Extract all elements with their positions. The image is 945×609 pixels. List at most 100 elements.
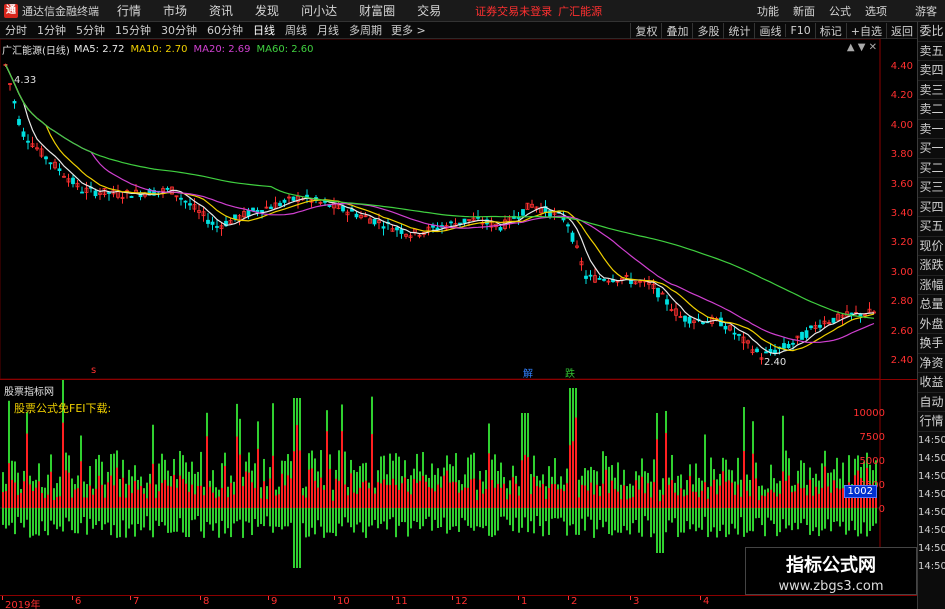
period-daily[interactable]: 日线 (248, 22, 280, 38)
indicator-bar-down (95, 508, 97, 525)
candle-body (570, 232, 575, 242)
indicator-bar-red (584, 485, 586, 508)
sidebar-item-2[interactable]: 卖四 (918, 61, 945, 81)
menu-jiaoyi[interactable]: 交易 (417, 2, 441, 19)
indicator-bar-red (602, 483, 604, 508)
tool-diejia[interactable]: 叠加 (661, 22, 692, 39)
indicator-bar-red (488, 453, 490, 508)
sidebar-item-13[interactable]: 涨幅 (918, 276, 945, 295)
indicator-bar-down (758, 508, 760, 518)
menu-gongshi[interactable]: 公式 (829, 3, 851, 19)
menu-faxian[interactable]: 发现 (255, 2, 279, 19)
indicator-bar-down (398, 508, 400, 526)
sidebar-item-12[interactable]: 涨跌 (918, 256, 945, 276)
login-status[interactable]: 证券交易未登录 (475, 3, 552, 19)
kline-chart[interactable] (0, 39, 917, 379)
sidebar-item-0[interactable]: 委比 (918, 22, 945, 42)
guest-user[interactable]: 游客 (915, 3, 937, 19)
candle-body (179, 197, 183, 200)
indicator-bar-down (857, 508, 859, 537)
period-60min[interactable]: 60分钟 (202, 22, 248, 38)
sidebar-item-7[interactable]: 买二 (918, 159, 945, 178)
period-more-button[interactable]: 更多 > (387, 22, 430, 38)
sidebar-item-9[interactable]: 买四 (918, 198, 945, 217)
candle-body (278, 202, 282, 206)
event-tag-unlock[interactable]: 解 (522, 365, 534, 380)
tool-zixuan[interactable]: +自选 (845, 22, 886, 39)
indicator-bar-red (740, 496, 742, 508)
indicator-bar-red (620, 499, 622, 508)
kline-panel[interactable]: 广汇能源(日线) MA5: 2.72 MA10: 2.70 MA20: 2.69… (0, 39, 917, 380)
indicator-bar-red (263, 481, 265, 508)
indicator-bar-down (596, 508, 598, 530)
candle-body (462, 218, 467, 224)
indicator-bar-red (383, 479, 385, 508)
menu-caifuquan[interactable]: 财富圈 (359, 2, 395, 19)
tool-fanhui[interactable]: 返回 (886, 22, 917, 39)
menu-zixun[interactable]: 资讯 (209, 2, 233, 19)
indicator-bar-down (188, 508, 190, 538)
sidebar-item-18[interactable]: 收益 (918, 373, 945, 393)
menu-shichang[interactable]: 市场 (163, 2, 187, 19)
indicator-bar-down (764, 508, 766, 537)
sidebar-item-17[interactable]: 净资 (918, 354, 945, 373)
period-1min[interactable]: 1分钟 (32, 22, 71, 38)
panel-control-icons[interactable]: ▲ ▼ ✕ (847, 42, 877, 53)
event-tag-s[interactable]: s (90, 365, 97, 376)
indicator-bar-red (161, 483, 163, 508)
tool-fuquan[interactable]: 复权 (630, 22, 661, 39)
indicator-bar-red (761, 495, 763, 508)
indicator-bar-red (440, 487, 442, 508)
candle-body (233, 214, 237, 220)
sidebar-item-16[interactable]: 换手 (918, 334, 945, 354)
indicator-bar-red (497, 483, 499, 508)
tool-duogu[interactable]: 多股 (692, 22, 723, 39)
menu-xinmian[interactable]: 新面 (793, 3, 815, 19)
tool-tongji[interactable]: 统计 (723, 22, 754, 39)
period-30min[interactable]: 30分钟 (156, 22, 202, 38)
indicator-bar-down (614, 508, 616, 531)
tool-f10[interactable]: F10 (785, 24, 814, 37)
candle-body (764, 351, 768, 354)
menu-xuanxiang[interactable]: 选项 (865, 3, 887, 19)
period-weekly[interactable]: 周线 (280, 22, 312, 38)
period-5min[interactable]: 5分钟 (71, 22, 110, 38)
menu-hangqing[interactable]: 行情 (117, 2, 141, 19)
period-monthly[interactable]: 月线 (312, 22, 344, 38)
menu-gongneng[interactable]: 功能 (757, 3, 779, 19)
sidebar-item-6[interactable]: 买一 (918, 139, 945, 159)
indicator-bar-red (389, 485, 391, 508)
indicator-bar-down (236, 508, 238, 522)
sidebar-item-3[interactable]: 卖三 (918, 81, 945, 100)
indicator-bar-red (593, 494, 595, 508)
sidebar-item-14[interactable]: 总量 (918, 295, 945, 315)
indicator-bar-down (128, 508, 130, 529)
sidebar-item-8[interactable]: 买三 (918, 178, 945, 198)
period-15min[interactable]: 15分钟 (110, 22, 156, 38)
sidebar-item-19[interactable]: 自动 (918, 393, 945, 412)
indicator-title[interactable]: 股票指标网 (4, 383, 54, 398)
sidebar-item-15[interactable]: 外盘 (918, 315, 945, 334)
indicator-bar-down (716, 508, 718, 538)
sidebar-item-1[interactable]: 卖五 (918, 42, 945, 61)
sidebar-item-10[interactable]: 买五 (918, 217, 945, 237)
indicator-bar-down (218, 508, 220, 538)
indicator-bar-down (173, 508, 175, 532)
period-fenshi[interactable]: 分时 (0, 22, 32, 38)
sidebar-item-20[interactable]: 行情 (918, 412, 945, 432)
indicator-bar-red (572, 441, 574, 508)
event-tag-fall[interactable]: 跌 (564, 365, 576, 380)
menu-wenxiaoda[interactable]: 问小达 (301, 2, 337, 19)
indicator-bar-red (713, 479, 715, 508)
tool-huaxian[interactable]: 画线 (754, 22, 785, 39)
indicator-bar-down (728, 508, 730, 535)
sidebar-item-5[interactable]: 卖一 (918, 120, 945, 139)
period-multi[interactable]: 多周期 (344, 22, 387, 38)
indicator-bar-down (17, 508, 19, 517)
sidebar-item-11[interactable]: 现价 (918, 237, 945, 256)
indicator-bar-red (104, 497, 106, 508)
indicator-bar-down (137, 508, 139, 524)
indicator-bar-red (398, 489, 400, 508)
sidebar-item-4[interactable]: 卖二 (918, 100, 945, 120)
tool-biaoji[interactable]: 标记 (814, 22, 846, 39)
